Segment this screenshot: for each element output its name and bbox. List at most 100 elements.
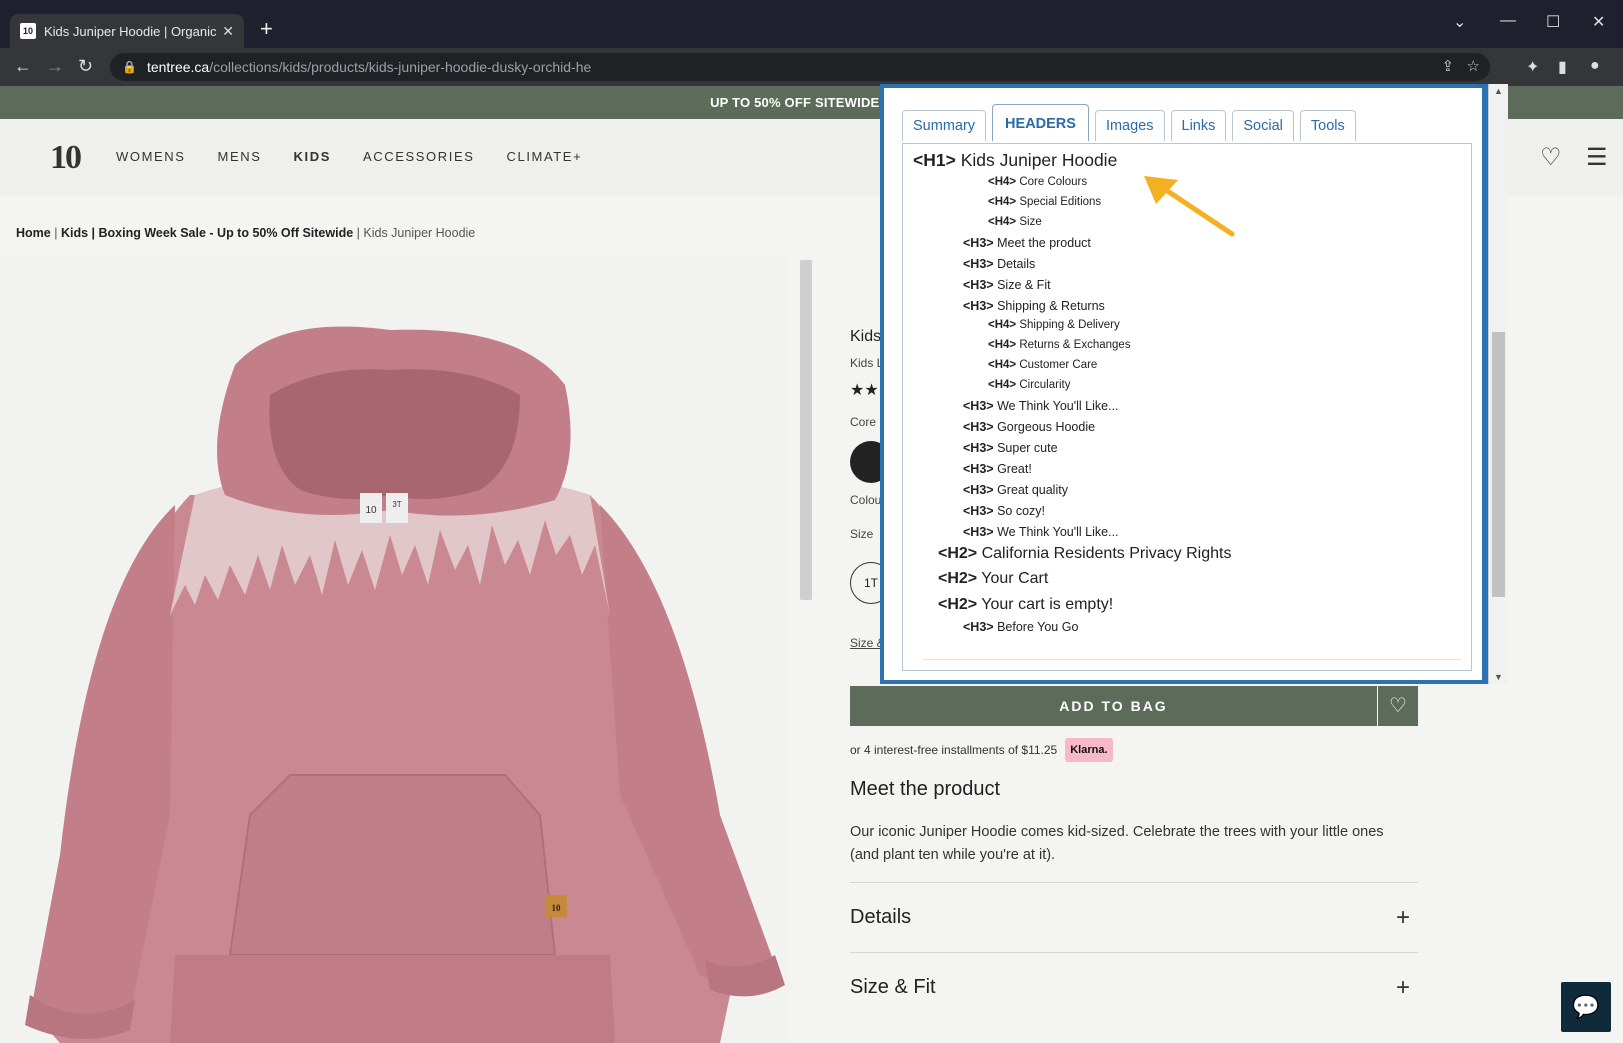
heading-item-h2[interactable]: <H2> California Residents Privacy Rights [938,545,1231,563]
back-button[interactable]: ← [14,56,32,77]
heading-item-h4[interactable]: <H4> Size [988,216,1042,228]
minimize-button[interactable]: — [1500,12,1516,30]
heading-tag: <H3> [963,462,994,476]
tab-links[interactable]: Links [1170,110,1227,141]
breadcrumb-separator: | [54,226,58,240]
nav-climate[interactable]: CLIMATE+ [507,149,583,164]
heading-item-h4[interactable]: <H4> Returns & Exchanges [988,339,1131,351]
breadcrumb-home[interactable]: Home [16,226,51,240]
plus-icon[interactable]: + [1396,974,1410,1002]
heading-tag: <H3> [963,299,994,313]
heading-tag: <H4> [988,319,1017,331]
heading-item-h4[interactable]: <H4> Circularity [988,379,1070,391]
rating-stars[interactable]: ★★ [850,380,879,400]
heading-text: Shipping & Returns [997,299,1105,313]
breadcrumb-category[interactable]: Kids | Boxing Week Sale - Up to 50% Off … [61,226,353,240]
heading-text: Customer Care [1019,359,1098,371]
heading-text: Kids Juniper Hoodie [960,150,1118,170]
heading-item-h4[interactable]: <H4> Customer Care [988,359,1097,371]
nav-accessories[interactable]: ACCESSORIES [363,149,475,164]
forward-button[interactable]: → [46,56,64,77]
menu-icon[interactable]: ☰ [1586,143,1608,172]
heading-item-h3[interactable]: <H3> Super cute [963,441,1058,455]
heading-item-h2[interactable]: <H2> Your Cart [938,570,1048,588]
heading-item-h3[interactable]: <H3> Before You Go [963,620,1078,634]
heading-tag: <H2> [938,596,978,613]
scroll-down-icon[interactable]: ▼ [1494,672,1503,682]
heading-text: Special Editions [1019,196,1102,208]
url-domain: tentree.ca [146,59,210,75]
heading-tag: <H2> [938,545,978,562]
wishlist-heart-icon[interactable]: ♡ [1378,686,1418,726]
image-scrollbar[interactable] [800,260,812,600]
tab-social[interactable]: Social [1232,110,1294,141]
hoodie-size-label-text: 3T [392,500,401,509]
sidebar-icon[interactable]: ▮ [1558,57,1567,77]
reload-button[interactable]: ↻ [78,56,93,77]
maximize-button[interactable]: ☐ [1546,12,1560,32]
heading-text: Size [1019,216,1042,228]
close-window-button[interactable]: ✕ [1592,12,1605,32]
product-image[interactable]: 10 3T 10 [0,255,790,1043]
nav-womens[interactable]: WOMENS [116,149,186,164]
heading-tag: <H4> [988,196,1017,208]
heading-item-h3[interactable]: <H3> Meet the product [963,236,1091,250]
heading-text: We Think You'll Like... [997,399,1119,413]
extensions-puzzle-icon[interactable]: ✦ [1526,57,1539,77]
heading-item-h3[interactable]: <H3> We Think You'll Like... [963,525,1119,539]
heading-item-h4[interactable]: <H4> Special Editions [988,196,1101,208]
add-to-bag-button[interactable]: ADD TO BAG [850,686,1377,726]
heading-item-h3[interactable]: <H3> Great! [963,462,1032,476]
browser-tab[interactable]: 10 Kids Juniper Hoodie | Organic Co ✕ [10,14,244,48]
popup-scroll-thumb[interactable] [1492,332,1505,597]
lock-icon[interactable]: 🔒 [122,60,137,74]
heading-tag: <H3> [963,236,994,250]
scroll-up-icon[interactable]: ▲ [1494,86,1503,96]
close-tab-icon[interactable]: ✕ [222,23,234,40]
heading-text: Your Cart [981,570,1049,587]
url-bar[interactable]: 🔒 tentree.ca /collections/kids/products/… [110,53,1490,81]
bookmark-star-icon[interactable]: ⇪ ☆ [1441,57,1480,75]
heading-item-h3[interactable]: <H3> Great quality [963,483,1068,497]
details-accordion[interactable]: Details + [850,882,1418,952]
heading-text: Meet the product [997,236,1091,250]
heading-item-h2[interactable]: <H2> Your cart is empty! [938,596,1113,614]
klarna-badge[interactable]: Klarna. [1065,738,1113,762]
new-tab-button[interactable]: + [260,18,273,40]
heading-item-h3[interactable]: <H3> Details [963,257,1035,271]
heading-text: Details [997,257,1036,271]
tab-images[interactable]: Images [1094,110,1165,141]
heading-item-h3[interactable]: <H3> Shipping & Returns [963,299,1105,313]
tab-summary[interactable]: Summary [902,110,987,141]
nav-mens[interactable]: MENS [218,149,262,164]
heading-item-h3[interactable]: <H3> Gorgeous Hoodie [963,420,1095,434]
popup-tabs: Summary HEADERS Images Links Social Tool… [902,104,1356,141]
heading-item-h3[interactable]: <H3> So cozy! [963,504,1045,518]
heading-tag: <H3> [963,620,994,634]
profile-icon[interactable]: ● [1590,57,1600,75]
nav-kids[interactable]: KIDS [294,149,331,164]
site-logo[interactable]: 10 [50,139,82,177]
browser-titlebar: 10 Kids Juniper Hoodie | Organic Co ✕ + … [0,0,1623,48]
tab-search-icon[interactable]: ⌄ [1453,12,1466,32]
heading-text: Core Colours [1019,176,1088,188]
heading-tag: <H2> [938,570,978,587]
size-fit-accordion[interactable]: Size & Fit + [850,952,1418,1022]
heading-item-h4[interactable]: <H4> Shipping & Delivery [988,319,1120,331]
tab-tools[interactable]: Tools [1299,110,1356,141]
heading-text: We Think You'll Like... [997,525,1119,539]
heading-text: Great quality [997,483,1068,497]
heading-item-h4[interactable]: <H4> Core Colours [988,176,1087,188]
colour-label: Colou [850,493,882,507]
heart-icon[interactable]: ♡ [1540,143,1562,172]
heading-tag: <H3> [963,257,994,271]
popup-scrollbar[interactable]: ▲ ▼ [1488,84,1508,684]
chat-icon[interactable]: 💬 [1561,982,1611,1032]
plus-icon[interactable]: + [1396,904,1410,932]
heading-item-h3[interactable]: <H3> Size & Fit [963,278,1051,292]
tab-headers[interactable]: HEADERS [992,104,1089,141]
klarna-installments: or 4 interest-free installments of $11.2… [850,738,1113,762]
heading-item-h3[interactable]: <H3> We Think You'll Like... [963,399,1119,413]
heading-item-h1[interactable]: <H1> Kids Juniper Hoodie [913,150,1117,171]
heading-text: Size & Fit [997,278,1051,292]
